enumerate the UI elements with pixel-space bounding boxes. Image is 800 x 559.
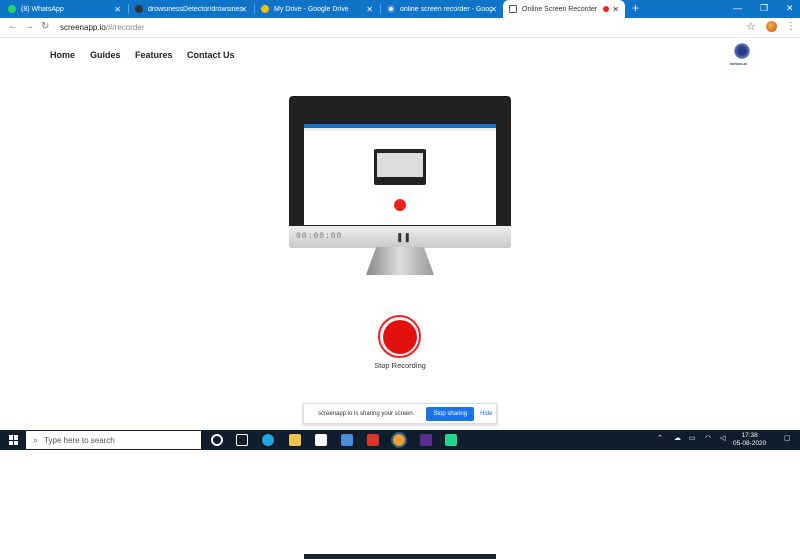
tab-github[interactable]: drowsinessDetector/drowsinessD ✕ [129, 0, 253, 18]
site-logo[interactable] [733, 42, 751, 60]
address-bar: ← → ↻ screenapp.io/#/recorder ☆ ⋮ [0, 18, 800, 38]
monitor-chin: 00:00:00 ❚❚ [289, 226, 511, 248]
visual-studio-icon[interactable] [420, 434, 432, 446]
clock-date: 05-08-2020 [733, 440, 767, 447]
preview-addressbar [304, 128, 496, 131]
browser-tab-strip: (8) WhatsApp ✕ drowsinessDetector/drowsi… [0, 0, 800, 18]
tab-google-drive[interactable]: My Drive - Google Drive ✕ [255, 0, 379, 18]
stop-sharing-button[interactable]: Stop sharing [426, 406, 475, 421]
taskbar-clock[interactable]: 17:38 05-08-2020 [733, 432, 766, 448]
volume-icon[interactable]: ◁ [720, 434, 725, 442]
pause-icon[interactable]: ❚❚ [396, 232, 411, 243]
preview-monitor-screen [377, 153, 423, 177]
search-icon: ⌕ [33, 434, 39, 445]
stop-recording-label: Stop Recording [374, 361, 426, 370]
tab-title: online screen recorder - Google [400, 5, 492, 13]
forward-icon[interactable]: → [24, 21, 34, 32]
recording-timer: 00:00:00 [296, 232, 343, 241]
share-message: screenapp.io is sharing your screen. [318, 410, 415, 417]
tray-chevron-icon[interactable]: ⌃ [657, 434, 663, 442]
preview-monitor [374, 149, 426, 185]
monitor-stand [366, 247, 434, 275]
google-icon [387, 5, 395, 13]
record-dot-icon [382, 319, 417, 354]
new-tab-button[interactable]: + [632, 1, 639, 15]
screen-preview [304, 124, 496, 559]
tab-whatsapp[interactable]: (8) WhatsApp ✕ [2, 0, 127, 18]
edge-icon[interactable] [262, 434, 274, 446]
google-drive-icon [261, 5, 269, 13]
battery-icon[interactable]: ▭ [689, 434, 696, 442]
search-placeholder: Type here to search [44, 435, 115, 445]
tab-title: drowsinessDetector/drowsinessD [148, 5, 242, 13]
windows-start-icon[interactable] [9, 435, 19, 445]
monitor-preview: 00:00:00 ❚❚ [289, 96, 511, 559]
recording-indicator-icon [603, 6, 609, 12]
store-icon[interactable] [315, 434, 327, 446]
tab-screen-recorder[interactable]: Online Screen Recorder ✕ [503, 0, 625, 18]
reload-icon[interactable]: ↻ [41, 21, 49, 32]
monitor-icon [509, 5, 517, 13]
office-icon[interactable] [367, 434, 379, 446]
close-icon[interactable]: ✕ [114, 5, 121, 14]
nav-home[interactable]: Home [50, 50, 75, 60]
notification-icon[interactable]: ▢ [784, 434, 791, 442]
minimize-icon[interactable]: — [733, 3, 742, 13]
url-path: /#/recorder [105, 23, 145, 32]
url-host: screenapp.io [60, 23, 106, 32]
profile-avatar[interactable] [766, 21, 777, 32]
close-icon[interactable]: ✕ [240, 5, 247, 14]
url-field[interactable]: screenapp.io/#/recorder [60, 23, 145, 32]
clock-time: 17:38 [741, 432, 758, 439]
maximize-icon[interactable]: ❐ [760, 3, 768, 14]
pycharm-icon[interactable] [445, 434, 457, 446]
hide-link[interactable]: Hide [480, 411, 492, 417]
nav-guides[interactable]: Guides [90, 50, 121, 60]
site-logo-text: webco.ai [730, 61, 747, 66]
stop-recording-button[interactable] [378, 315, 421, 358]
nav-contact-us[interactable]: Contact Us [187, 50, 235, 60]
tray-cloud-icon[interactable]: ☁ [674, 434, 681, 442]
screen-share-notification: screenapp.io is sharing your screen. Sto… [303, 403, 497, 424]
nav-features[interactable]: Features [135, 50, 173, 60]
close-window-icon[interactable]: ✕ [786, 3, 794, 14]
windows-taskbar: ⌕ Type here to search ⌃ ☁ ▭ ◠ ◁ 17:38 05… [0, 430, 800, 450]
menu-icon[interactable]: ⋮ [786, 21, 796, 32]
file-explorer-icon[interactable] [289, 434, 301, 446]
close-icon[interactable]: ✕ [612, 5, 619, 14]
tab-title: My Drive - Google Drive [274, 5, 349, 13]
tab-title: Online Screen Recorder [522, 5, 598, 13]
wifi-icon[interactable]: ◠ [705, 434, 711, 442]
taskbar-search-input[interactable]: ⌕ Type here to search [26, 431, 201, 449]
mail-icon[interactable] [341, 434, 353, 446]
preview-taskbar [304, 554, 496, 559]
github-icon [135, 5, 143, 13]
back-icon[interactable]: ← [8, 21, 18, 32]
task-view-icon[interactable] [236, 434, 248, 446]
tab-google-search[interactable]: online screen recorder - Google ✕ [381, 0, 503, 18]
tab-title: (8) WhatsApp [21, 5, 64, 13]
bookmark-star-icon[interactable]: ☆ [746, 20, 756, 33]
close-icon[interactable]: ✕ [490, 5, 497, 14]
preview-record-dot [394, 199, 406, 211]
cortana-icon[interactable] [211, 434, 223, 446]
chrome-icon[interactable] [391, 432, 407, 448]
whatsapp-icon [8, 5, 16, 13]
close-icon[interactable]: ✕ [366, 5, 373, 14]
